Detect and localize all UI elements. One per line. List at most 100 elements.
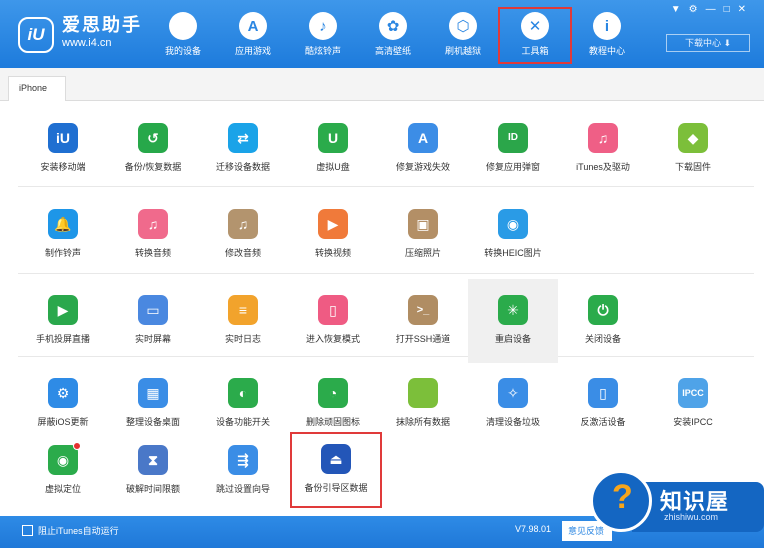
tool-clean-junk[interactable]: ✧ 清理设备垃圾 — [468, 366, 558, 442]
gear-icon: ⚙ — [48, 378, 78, 408]
nav-label: 工具箱 — [521, 46, 549, 56]
tool-restart-device[interactable]: ✳ 重启设备 — [468, 279, 558, 363]
tool-label: 修复游戏失效 — [395, 162, 450, 172]
tool-virtual-location[interactable]: ◉ 虚拟定位 — [18, 433, 108, 509]
nav-tutorials[interactable]: i 教程中心 — [572, 0, 642, 68]
tool-label: iTunes及驱动 — [576, 162, 630, 172]
screen-cast-icon: ▶ — [48, 295, 78, 325]
flower-icon: ✿ — [379, 12, 407, 40]
settings-icon[interactable]: ⚙ — [689, 4, 698, 15]
tool-label: 转换视频 — [314, 248, 351, 258]
tool-feature-switch[interactable]: ◐ 设备功能开关 — [198, 366, 288, 442]
watermark: ? 知识屋 zhishiwu.com — [582, 468, 764, 548]
tool-migrate-data[interactable]: ⇄ 迁移设备数据 — [198, 111, 288, 187]
tool-fix-game[interactable]: A 修复游戏失效 — [378, 111, 468, 187]
tool-open-ssh[interactable]: >_ 打开SSH通道 — [378, 283, 468, 359]
nav-my-device[interactable]: 我的设备 — [148, 0, 218, 68]
maximize-icon[interactable]: □ — [724, 4, 730, 15]
tool-convert-heic[interactable]: ◉ 转换HEIC图片 — [468, 197, 558, 273]
tool-label: 安装IPCC — [673, 417, 713, 427]
tool-label: 虚拟定位 — [44, 484, 81, 494]
minimize-icon[interactable]: — — [706, 4, 716, 15]
tool-recovery-mode[interactable]: ▯ 进入恢复模式 — [288, 283, 378, 359]
music-note-icon: ♫ — [138, 209, 168, 239]
download-center-button[interactable]: 下载中心 ⬇ — [666, 34, 750, 52]
app-logo-icon: iU — [18, 17, 54, 53]
nav-wallpapers[interactable]: ✿ 高清壁纸 — [358, 0, 428, 68]
tool-virtual-udisk[interactable]: U 虚拟U盘 — [288, 111, 378, 187]
nav-label: 高清壁纸 — [374, 46, 411, 56]
tool-label: 设备功能开关 — [215, 417, 270, 427]
tool-label: 实时日志 — [224, 334, 261, 344]
new-badge-dot — [73, 442, 81, 450]
nav-apps-games[interactable]: A 应用游戏 — [218, 0, 288, 68]
dropdown-icon[interactable]: ▼ — [671, 4, 681, 15]
brand: 爱思助手 www.i4.cn — [62, 14, 142, 50]
tool-install-ipcc[interactable]: IPCC 安装IPCC — [648, 366, 738, 442]
nav-toolbox[interactable]: ✕ 工具箱 — [498, 7, 572, 64]
tool-screen-cast[interactable]: ▶ 手机投屏直播 — [18, 283, 108, 359]
tool-make-ringtone[interactable]: 🔔 制作铃声 — [18, 197, 108, 273]
tool-erase-all-data[interactable]: 抹除所有数据 — [378, 366, 468, 442]
tool-label: 备份引导区数据 — [304, 483, 368, 493]
tool-label: 屏蔽iOS更新 — [37, 417, 89, 427]
tool-fix-app-popup[interactable]: ID 修复应用弹窗 — [468, 111, 558, 187]
tool-backup-restore[interactable]: ↺ 备份/恢复数据 — [108, 111, 198, 187]
tool-label: 虚拟U盘 — [316, 162, 350, 172]
apple-id-icon: ID — [498, 123, 528, 153]
broom-icon: ✧ — [498, 378, 528, 408]
photo-icon: ▣ — [408, 209, 438, 239]
tool-label: 关闭设备 — [584, 334, 621, 344]
info-icon: i — [593, 12, 621, 40]
close-icon[interactable]: ✕ — [738, 4, 746, 15]
tool-convert-audio[interactable]: ♫ 转换音频 — [108, 197, 198, 273]
tool-backup-boot-data[interactable]: ⏏ 备份引导区数据 — [290, 432, 382, 508]
tool-organize-desktop[interactable]: ▦ 整理设备桌面 — [108, 366, 198, 442]
tool-download-firmware[interactable]: ◆ 下载固件 — [648, 111, 738, 187]
tool-shutdown-device[interactable]: ⏻ 关闭设备 — [558, 283, 648, 359]
apple-icon — [169, 12, 197, 40]
tool-live-log[interactable]: ≡ 实时日志 — [198, 283, 288, 359]
question-mark-icon: ? — [612, 478, 633, 516]
app-store-icon: A — [408, 123, 438, 153]
usb-icon: U — [318, 123, 348, 153]
tool-compress-photo[interactable]: ▣ 压缩照片 — [378, 197, 468, 273]
tool-edit-audio[interactable]: ♫ 修改音频 — [198, 197, 288, 273]
tool-convert-video[interactable]: ▶ 转换视频 — [288, 197, 378, 273]
apple-icon — [408, 378, 438, 408]
log-file-icon: ≡ — [228, 295, 258, 325]
block-itunes-label[interactable]: 阻止iTunes自动运行 — [38, 524, 119, 537]
top-bar: iU 爱思助手 www.i4.cn 我的设备 A 应用游戏 ♪ 酷炫铃声 ✿ 高… — [0, 0, 764, 68]
row-divider — [18, 273, 754, 274]
tab-iphone[interactable]: iPhone — [8, 76, 66, 102]
tool-live-screen[interactable]: ▭ 实时屏幕 — [108, 283, 198, 359]
tool-block-ios-update[interactable]: ⚙ 屏蔽iOS更新 — [18, 366, 108, 442]
phone-icon: ▯ — [318, 295, 348, 325]
tool-skip-setup[interactable]: ⇶ 跳过设置向导 — [198, 433, 288, 509]
tool-label: 打开SSH通道 — [395, 334, 451, 344]
tool-break-time-limit[interactable]: ⧗ 破解时间限额 — [108, 433, 198, 509]
dropbox-icon: ⬡ — [449, 12, 477, 40]
tool-label: 进入恢复模式 — [305, 334, 360, 344]
tool-install-mobile[interactable]: iU 安装移动端 — [18, 111, 108, 187]
itunes-icon: ♫ — [588, 123, 618, 153]
tool-label: 删除顽固图标 — [305, 417, 360, 427]
tool-label: 反激活设备 — [580, 417, 626, 427]
music-note-icon: ♫ — [228, 209, 258, 239]
block-itunes-checkbox[interactable] — [22, 525, 33, 536]
nav-ringtones[interactable]: ♪ 酷炫铃声 — [288, 0, 358, 68]
nav-label: 教程中心 — [588, 46, 625, 56]
tool-label: 备份/恢复数据 — [124, 162, 182, 172]
tool-deactivate-device[interactable]: ▯ 反激活设备 — [558, 366, 648, 442]
tool-itunes-driver[interactable]: ♫ iTunes及驱动 — [558, 111, 648, 187]
bell-icon: 🔔 — [48, 209, 78, 239]
tools-icon: ✕ — [521, 12, 549, 40]
nav-flash-jailbreak[interactable]: ⬡ 刷机越狱 — [428, 0, 498, 68]
hourglass-icon: ⧗ — [138, 445, 168, 475]
tool-label: 实时屏幕 — [134, 334, 171, 344]
tool-label: 跳过设置向导 — [215, 484, 270, 494]
tool-delete-stubborn-icons[interactable]: ◔ 删除顽固图标 — [288, 366, 378, 442]
i4-app-icon: iU — [48, 123, 78, 153]
phone-icon: ▯ — [588, 378, 618, 408]
version-label: V7.98.01 — [515, 524, 552, 534]
